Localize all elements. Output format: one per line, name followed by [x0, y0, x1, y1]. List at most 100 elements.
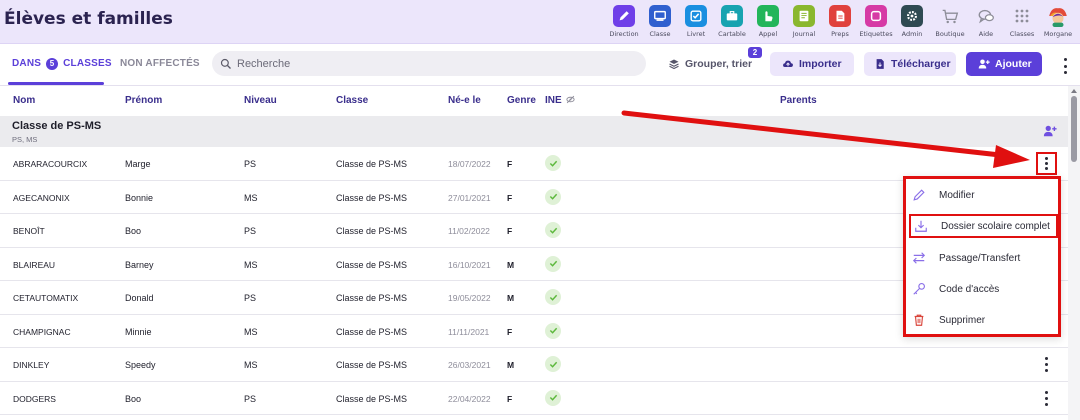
ine-check-icon	[545, 289, 561, 305]
row-actions-button[interactable]	[1043, 390, 1049, 406]
cell-genre: F	[507, 326, 513, 337]
search-box[interactable]	[212, 51, 646, 76]
nav-livret[interactable]: Livret	[678, 5, 714, 41]
column-header-genre[interactable]: Genre	[507, 95, 536, 106]
row-actions-button[interactable]	[1036, 152, 1057, 175]
menu-item-supprimer[interactable]: Supprimer	[912, 308, 1054, 332]
column-header-nele[interactable]: Né-e le	[448, 95, 481, 106]
cell-prenom: Marge	[125, 159, 151, 169]
nav-appel[interactable]: Appel	[750, 5, 786, 41]
add-user-icon[interactable]	[1043, 124, 1057, 138]
nav-label: Classes	[1009, 30, 1035, 38]
column-header-niveau[interactable]: Niveau	[244, 95, 277, 106]
pencil-icon	[913, 189, 925, 201]
gear-icon	[901, 5, 923, 27]
menu-item-dossier-scolaire[interactable]: Dossier scolaire complet	[909, 214, 1058, 238]
nav-aide[interactable]: Aide	[968, 5, 1004, 41]
nav-morgane[interactable]: Morgane	[1040, 5, 1076, 41]
add-student-button[interactable]: Ajouter	[966, 52, 1042, 76]
nav-etiquettes[interactable]: Etiquettes	[858, 5, 894, 41]
scroll-up-arrow-icon[interactable]	[1071, 89, 1077, 93]
file-download-icon	[876, 59, 884, 69]
add-user-icon	[978, 59, 990, 69]
menu-item-label: Modifier	[939, 189, 975, 201]
group-title: Classe de PS-MS	[12, 120, 102, 132]
cell-nom: CETAUTOMATIX	[13, 293, 79, 303]
ine-check-icon	[545, 255, 561, 272]
menu-item-label: Code d'accès	[939, 283, 1000, 295]
import-label: Importer	[799, 58, 842, 70]
menu-item-modifier[interactable]: Modifier	[912, 183, 1054, 207]
cell-nom: DINKLEY	[13, 360, 50, 370]
cell-nom: ABRARACOURCIX	[13, 159, 88, 169]
cell-genre: F	[507, 393, 513, 404]
group-sort-button[interactable]: Grouper, trier	[660, 52, 760, 76]
cell-genre: F	[507, 159, 513, 169]
checkbox-icon	[685, 5, 707, 27]
menu-item-code-acces[interactable]: Code d'accès	[912, 277, 1054, 301]
ine-check-icon	[545, 155, 561, 171]
nav-direction[interactable]: Direction	[606, 5, 642, 41]
ine-check-icon	[545, 222, 561, 238]
column-header-nom[interactable]: Nom	[13, 95, 35, 106]
column-header-parents[interactable]: Parents	[780, 95, 817, 106]
cell-prenom: Boo	[125, 393, 142, 404]
nav-label: Appel	[758, 30, 778, 38]
column-header-classe[interactable]: Classe	[336, 95, 368, 106]
board-icon	[649, 5, 671, 27]
cell-prenom: Barney	[125, 259, 154, 270]
cell-birthdate: 26/03/2021	[448, 360, 491, 370]
avatar-icon	[1047, 5, 1069, 27]
nav-admin[interactable]: Admin	[894, 5, 930, 41]
tab-in-classes[interactable]: DANS 5 CLASSES	[12, 58, 112, 70]
table-row[interactable]: DINKLEY Speedy MS Classe de PS-MS 26/03/…	[0, 348, 1068, 382]
nav-preps[interactable]: Preps	[822, 5, 858, 41]
column-header-ine[interactable]: INE	[545, 95, 576, 106]
row-actions-button[interactable]	[1043, 357, 1049, 372]
search-icon	[220, 58, 231, 69]
nav-label: Aide	[978, 30, 994, 38]
nav-classe[interactable]: Classe	[642, 5, 678, 41]
menu-item-label: Dossier scolaire complet	[941, 220, 1050, 232]
class-group-header: Classe de PS-MS PS, MS	[0, 116, 1068, 147]
cell-niveau: MS	[244, 326, 258, 337]
download-label: Télécharger	[891, 58, 951, 70]
cell-nom: BENOÎT	[13, 226, 45, 236]
cart-icon	[939, 5, 961, 27]
nav-label: Cartable	[718, 30, 746, 38]
nav-journal[interactable]: Journal	[786, 5, 822, 41]
nav-cartable[interactable]: Cartable	[714, 5, 750, 41]
table-row[interactable]: DODGERS Boo PS Classe de PS-MS 22/04/202…	[0, 381, 1068, 415]
import-button[interactable]: Importer	[770, 52, 854, 76]
ine-check-icon	[545, 188, 561, 205]
cell-birthdate: 27/01/2021	[448, 192, 491, 203]
cell-genre: F	[507, 226, 513, 236]
eye-off-icon	[566, 95, 576, 104]
cell-niveau: PS	[244, 226, 257, 236]
cell-niveau: PS	[244, 159, 257, 169]
cell-niveau: MS	[244, 259, 258, 270]
ine-check-icon	[545, 389, 561, 406]
top-bar: Élèves et familles Direction Classe Livr…	[0, 0, 1080, 44]
tab-unassigned[interactable]: NON AFFECTÉS	[120, 58, 200, 69]
cell-classe: Classe de PS-MS	[336, 192, 408, 203]
menu-item-label: Passage/Transfert	[939, 252, 1021, 264]
search-input[interactable]	[237, 57, 617, 70]
more-options-icon[interactable]	[1062, 58, 1068, 74]
cell-birthdate: 18/07/2022	[448, 159, 491, 169]
cell-birthdate: 22/04/2022	[448, 393, 491, 404]
chat-icon	[975, 5, 997, 27]
nav-classes[interactable]: Classes	[1004, 5, 1040, 41]
cell-nom: BLAIREAU	[13, 259, 56, 270]
cell-genre: M	[507, 360, 515, 370]
nav-label: Admin	[901, 30, 923, 38]
scrollbar-thumb[interactable]	[1071, 96, 1077, 162]
nav-boutique[interactable]: Boutique	[932, 5, 968, 41]
cell-classe: Classe de PS-MS	[336, 159, 408, 169]
download-button[interactable]: Télécharger	[864, 52, 956, 76]
column-header-prenom[interactable]: Prénom	[125, 95, 162, 106]
toolbar: DANS 5 CLASSES NON AFFECTÉS Grouper, tri…	[0, 44, 1080, 86]
menu-item-passage-transfert[interactable]: Passage/Transfert	[912, 246, 1054, 270]
cell-birthdate: 11/11/2021	[448, 326, 490, 337]
cell-prenom: Minnie	[125, 326, 152, 337]
